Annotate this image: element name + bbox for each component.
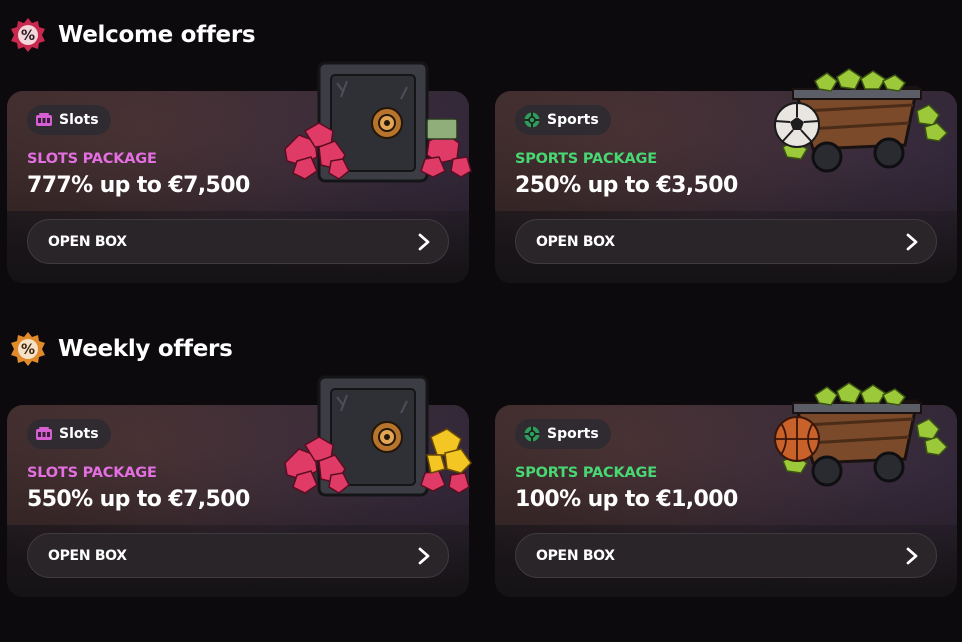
welcome-offers-header: % Welcome offers	[10, 17, 256, 53]
open-box-button[interactable]: OPEN BOX	[515, 533, 937, 578]
chip-label: Sports	[547, 112, 599, 128]
percent-badge-icon: %	[11, 332, 45, 366]
section-title: Welcome offers	[58, 22, 256, 48]
safe-with-gems-gold-illustration	[284, 375, 472, 497]
offer-card-sports-welcome[interactable]: Sports SPORTS PACKAGE 250% up to €3,500 …	[495, 68, 957, 283]
package-label: SLOTS PACKAGE	[27, 151, 157, 167]
offers-page: % Welcome offers % Weekly offers Slots S…	[0, 0, 962, 642]
slot-machine-icon	[36, 427, 52, 440]
sports-icon	[524, 112, 540, 128]
open-box-button[interactable]: OPEN BOX	[27, 533, 449, 578]
svg-text:%: %	[21, 342, 35, 358]
open-box-label: OPEN BOX	[48, 547, 127, 564]
section-title: Weekly offers	[58, 336, 233, 362]
category-chip-sports[interactable]: Sports	[515, 419, 611, 449]
chevron-right-icon	[418, 547, 430, 564]
open-box-button[interactable]: OPEN BOX	[515, 219, 937, 264]
category-chip-sports[interactable]: Sports	[515, 105, 611, 135]
svg-text:%: %	[21, 28, 35, 44]
offer-card-sports-weekly[interactable]: Sports SPORTS PACKAGE 100% up to €1,000 …	[495, 382, 957, 597]
category-chip-slots[interactable]: Slots	[27, 419, 111, 449]
offer-card-slots-welcome[interactable]: Slots SLOTS PACKAGE 777% up to €7,500 OP…	[7, 61, 472, 283]
offer-title: 777% up to €7,500	[27, 173, 250, 198]
open-box-label: OPEN BOX	[536, 547, 615, 564]
chevron-right-icon	[418, 233, 430, 250]
sports-icon	[524, 426, 540, 442]
slot-machine-icon	[36, 113, 52, 126]
weekly-offers-header: % Weekly offers	[10, 331, 233, 367]
mine-cart-soccer-ball-illustration	[774, 68, 949, 173]
category-chip-slots[interactable]: Slots	[27, 105, 111, 135]
chip-label: Sports	[547, 426, 599, 442]
open-box-button[interactable]: OPEN BOX	[27, 219, 449, 264]
chevron-right-icon	[906, 233, 918, 250]
open-box-label: OPEN BOX	[536, 233, 615, 250]
chevron-right-icon	[906, 547, 918, 564]
open-box-label: OPEN BOX	[48, 233, 127, 250]
offer-title: 550% up to €7,500	[27, 487, 250, 512]
offer-title: 250% up to €3,500	[515, 173, 738, 198]
package-label: SPORTS PACKAGE	[515, 151, 657, 167]
mine-cart-basketball-illustration	[774, 382, 949, 487]
offer-card-slots-weekly[interactable]: Slots SLOTS PACKAGE 550% up to €7,500 OP…	[7, 375, 472, 597]
package-label: SPORTS PACKAGE	[515, 465, 657, 481]
percent-badge-icon: %	[11, 18, 45, 52]
chip-label: Slots	[59, 426, 99, 442]
chip-label: Slots	[59, 112, 99, 128]
package-label: SLOTS PACKAGE	[27, 465, 157, 481]
safe-with-gems-illustration	[284, 61, 472, 183]
offer-title: 100% up to €1,000	[515, 487, 738, 512]
